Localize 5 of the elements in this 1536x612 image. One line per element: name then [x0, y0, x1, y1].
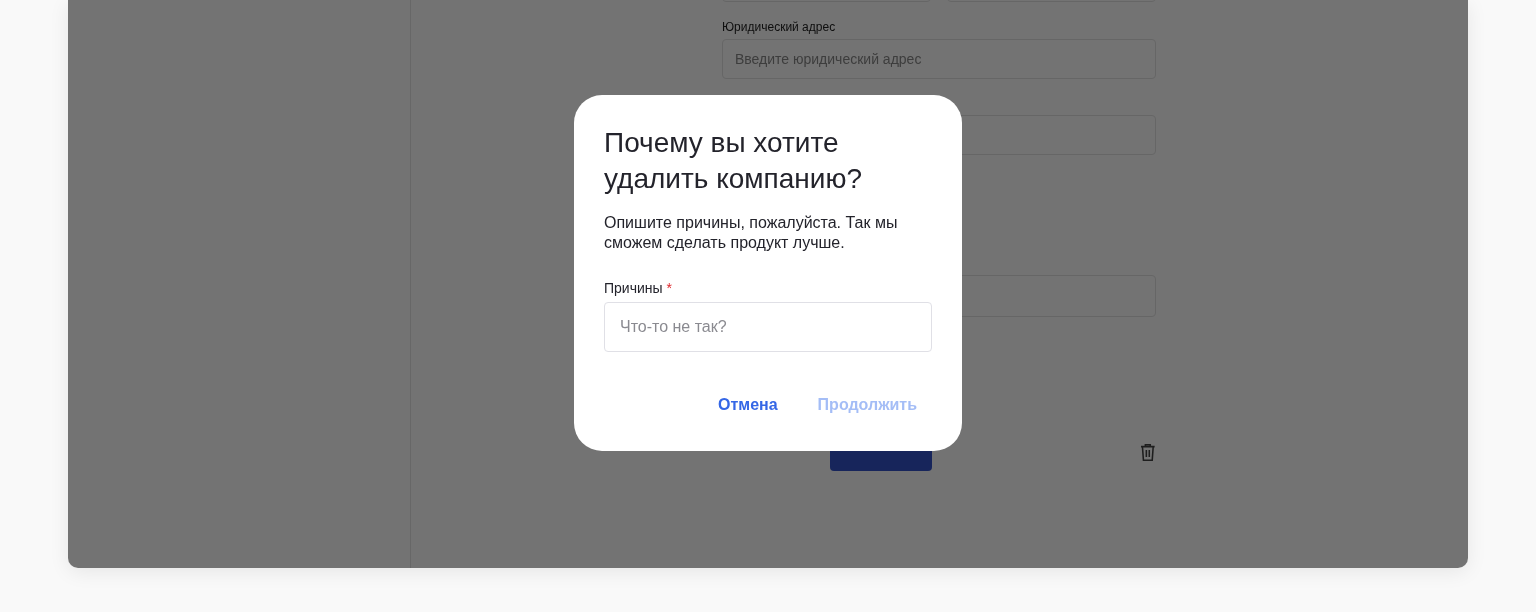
required-mark: * [666, 280, 673, 296]
field-label: Юридический адрес [722, 20, 837, 34]
dialog-title: Почему вы хотите удалить компанию? [604, 126, 863, 196]
field-label: Причины [604, 280, 663, 296]
dialog-description: Опишите причины, пожалуйста. Так мы сможем сделать продукт лучше. [604, 213, 899, 253]
